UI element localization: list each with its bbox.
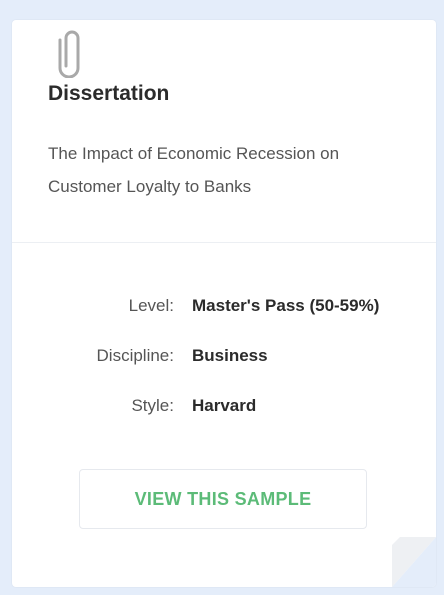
detail-value: Business xyxy=(192,346,268,365)
detail-row-level: Level: Master's Pass (50-59%) xyxy=(12,294,436,318)
detail-row-style: Style: Harvard xyxy=(12,394,436,418)
detail-value: Master's Pass (50-59%) xyxy=(192,296,380,315)
sample-type-title: Dissertation xyxy=(48,82,170,105)
paperclip-icon xyxy=(58,30,80,78)
detail-label: Style: xyxy=(131,396,174,415)
detail-label: Level: xyxy=(128,296,174,315)
detail-value: Harvard xyxy=(192,396,257,415)
sample-card: Dissertation The Impact of Economic Rece… xyxy=(12,20,436,587)
divider xyxy=(12,242,436,243)
detail-row-discipline: Discipline: Business xyxy=(12,344,436,368)
detail-label: Discipline: xyxy=(96,346,174,365)
view-sample-button[interactable]: VIEW THIS SAMPLE xyxy=(79,469,367,529)
page-fold-corner xyxy=(392,537,436,587)
sample-topic: The Impact of Economic Recession on Cust… xyxy=(48,144,340,196)
